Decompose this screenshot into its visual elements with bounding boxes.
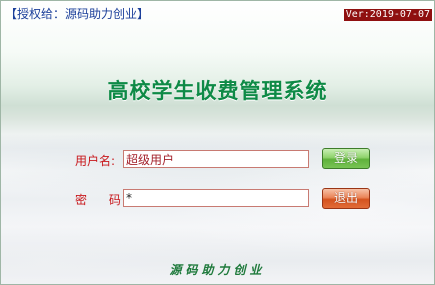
username-label: 用户名: [75,154,116,168]
exit-button[interactable]: 退出 [322,188,370,209]
app-title: 高校学生收费管理系统 [107,79,328,103]
password-field[interactable] [123,189,309,207]
version-badge: Ver:2019-07-07 [343,9,432,21]
login-button[interactable]: 登录 [322,148,370,169]
license-text: 【授权给：源码助力创业】 [5,7,150,21]
username-field[interactable] [123,150,309,168]
login-window: 【授权给：源码助力创业】 Ver:2019-07-07 高校学生收费管理系统 用… [0,0,435,285]
footer-slogan: 源码助力创业 [169,263,266,277]
